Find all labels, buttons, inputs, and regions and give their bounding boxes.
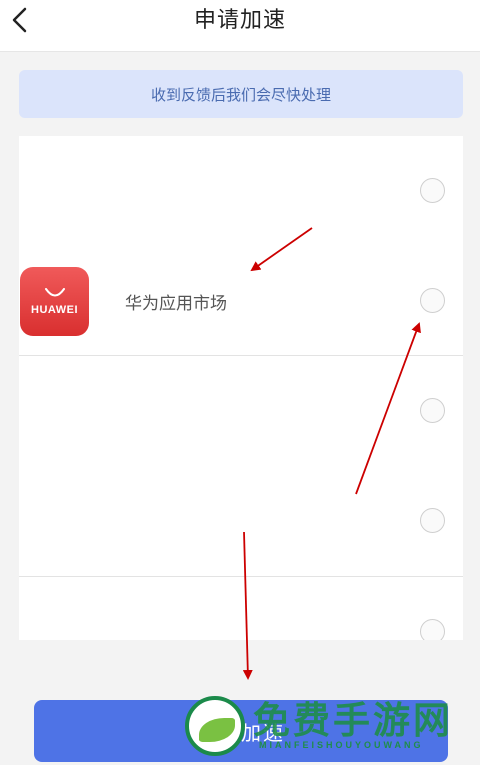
radio-button[interactable] — [420, 398, 445, 423]
radio-button[interactable] — [420, 508, 445, 533]
list-item[interactable] — [19, 577, 463, 640]
app-list: HUAWEI 华为应用市场 — [19, 136, 463, 640]
app-header: 申请加速 — [0, 0, 480, 52]
watermark-logo-icon — [185, 696, 245, 756]
feedback-notice: 收到反馈后我们会尽快处理 — [19, 70, 463, 118]
list-item[interactable] — [19, 136, 463, 246]
radio-button[interactable] — [420, 288, 445, 313]
radio-button[interactable] — [420, 619, 445, 640]
bag-handle-icon — [44, 287, 65, 296]
app-name: 华为应用市场 — [125, 294, 227, 314]
radio-button[interactable] — [420, 178, 445, 203]
app-icon-label: HUAWEI — [31, 303, 78, 316]
leaf-icon — [199, 718, 235, 742]
watermark: 免费手游网 MIANFEISHOUYOUWANG — [185, 690, 475, 760]
page-title: 申请加速 — [193, 8, 286, 33]
list-item[interactable] — [19, 356, 463, 466]
list-item[interactable] — [19, 466, 463, 576]
notice-text: 收到反馈后我们会尽快处理 — [150, 85, 331, 104]
watermark-subtext: MIANFEISHOUYOUWANG — [259, 740, 424, 750]
watermark-text: 免费手游网 — [253, 698, 453, 742]
list-item-huawei-appgallery[interactable]: HUAWEI 华为应用市场 — [19, 246, 463, 356]
huawei-appgallery-icon: HUAWEI — [20, 267, 89, 336]
